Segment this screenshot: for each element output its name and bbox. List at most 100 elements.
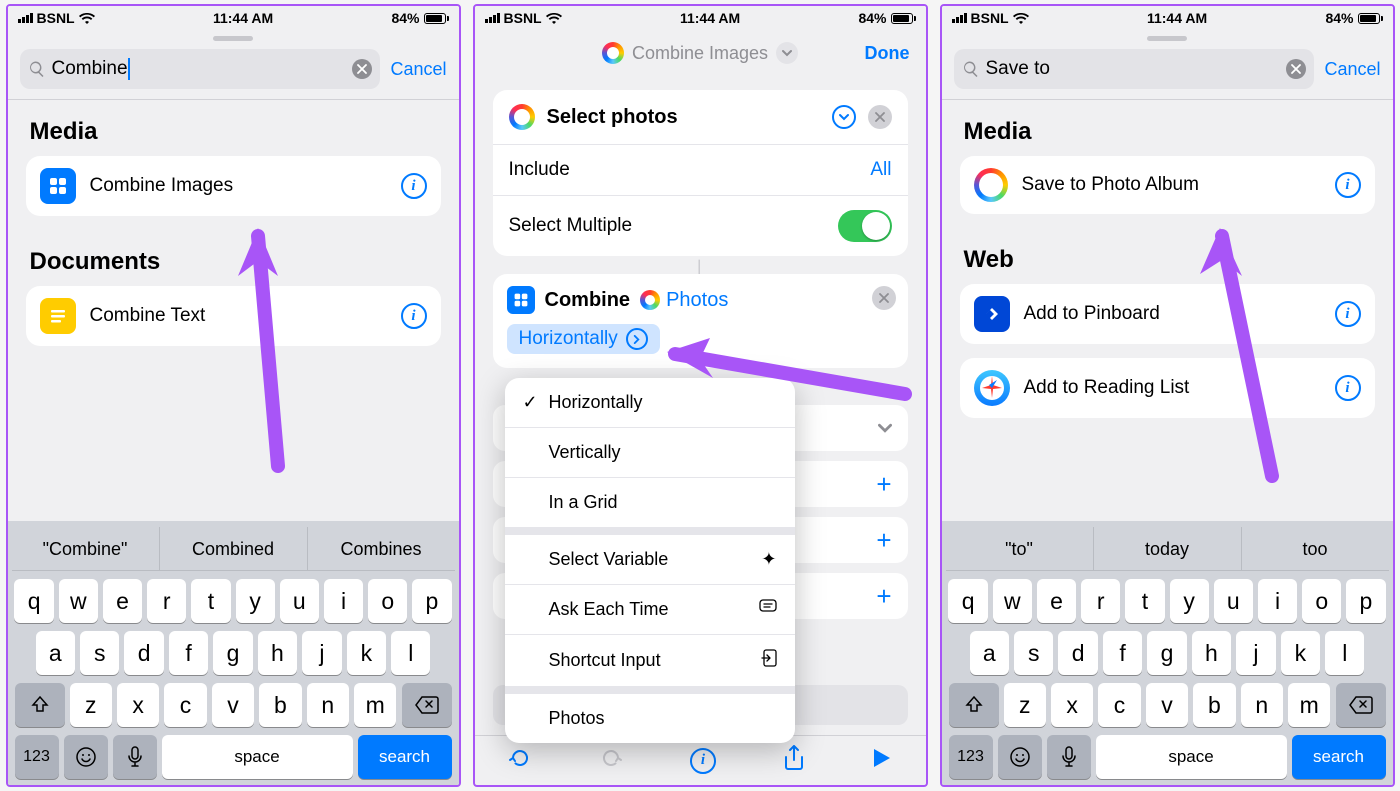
key-n[interactable]: n: [307, 683, 349, 727]
search-input[interactable]: Save to: [954, 49, 1315, 89]
clear-button[interactable]: [352, 59, 372, 79]
key-f[interactable]: f: [169, 631, 208, 675]
key-b[interactable]: b: [1193, 683, 1235, 727]
key-y[interactable]: y: [1170, 579, 1209, 623]
emoji-key[interactable]: [64, 735, 108, 779]
remove-action-button[interactable]: [872, 286, 896, 310]
key-u[interactable]: u: [1214, 579, 1253, 623]
select-multiple-toggle[interactable]: [838, 210, 892, 242]
include-row[interactable]: Include All: [493, 145, 908, 196]
result-pinboard[interactable]: Add to Pinboard i: [960, 284, 1375, 344]
search-input[interactable]: Combine: [20, 49, 381, 89]
search-key[interactable]: search: [1292, 735, 1386, 779]
emoji-key[interactable]: [998, 735, 1042, 779]
result-reading-list[interactable]: Add to Reading List i: [960, 358, 1375, 418]
suggestion[interactable]: today: [1094, 527, 1242, 570]
key-q[interactable]: q: [948, 579, 987, 623]
key-v[interactable]: v: [212, 683, 254, 727]
key-e[interactable]: e: [1037, 579, 1076, 623]
key-m[interactable]: m: [354, 683, 396, 727]
key-t[interactable]: t: [1125, 579, 1164, 623]
done-button[interactable]: Done: [865, 43, 910, 64]
key-a[interactable]: a: [970, 631, 1009, 675]
key-r[interactable]: r: [1081, 579, 1120, 623]
delete-key[interactable]: [402, 683, 452, 727]
result-save-photo-album[interactable]: Save to Photo Album i: [960, 156, 1375, 214]
option-shortcut-input[interactable]: Shortcut Input: [505, 635, 795, 687]
space-key[interactable]: space: [1096, 735, 1287, 779]
key-s[interactable]: s: [1014, 631, 1053, 675]
suggestion[interactable]: "Combine": [12, 527, 160, 570]
key-k[interactable]: k: [1281, 631, 1320, 675]
key-w[interactable]: w: [993, 579, 1032, 623]
key-a[interactable]: a: [36, 631, 75, 675]
suggestion[interactable]: "to": [946, 527, 1094, 570]
suggestion[interactable]: too: [1242, 527, 1389, 570]
key-z[interactable]: z: [70, 683, 112, 727]
redo-button[interactable]: [599, 746, 623, 775]
number-key[interactable]: 123: [15, 735, 59, 779]
remove-action-button[interactable]: [868, 105, 892, 129]
shortcut-title-chip[interactable]: Combine Images: [602, 42, 798, 64]
option-ask-each-time[interactable]: Ask Each Time: [505, 585, 795, 635]
key-s[interactable]: s: [80, 631, 119, 675]
key-t[interactable]: t: [191, 579, 230, 623]
clear-button[interactable]: [1286, 59, 1306, 79]
key-h[interactable]: h: [1192, 631, 1231, 675]
key-p[interactable]: p: [1346, 579, 1385, 623]
cancel-button[interactable]: Cancel: [390, 59, 446, 80]
run-button[interactable]: [872, 747, 892, 774]
key-f[interactable]: f: [1103, 631, 1142, 675]
key-k[interactable]: k: [347, 631, 386, 675]
key-y[interactable]: y: [236, 579, 275, 623]
option-select-variable[interactable]: Select Variable✦: [505, 535, 795, 585]
dictate-key[interactable]: [113, 735, 157, 779]
key-b[interactable]: b: [259, 683, 301, 727]
key-l[interactable]: l: [391, 631, 430, 675]
key-g[interactable]: g: [213, 631, 252, 675]
key-g[interactable]: g: [1147, 631, 1186, 675]
sheet-grabber[interactable]: [213, 36, 253, 41]
undo-button[interactable]: [508, 746, 532, 775]
suggestion[interactable]: Combines: [308, 527, 455, 570]
mode-selector[interactable]: Horizontally: [507, 324, 660, 354]
key-c[interactable]: c: [164, 683, 206, 727]
key-i[interactable]: i: [1258, 579, 1297, 623]
info-button[interactable]: i: [1335, 375, 1361, 401]
key-u[interactable]: u: [280, 579, 319, 623]
space-key[interactable]: space: [162, 735, 353, 779]
info-button[interactable]: i: [1335, 172, 1361, 198]
key-d[interactable]: d: [1058, 631, 1097, 675]
shift-key[interactable]: [15, 683, 65, 727]
option-photos-var[interactable]: Photos: [505, 694, 795, 743]
key-v[interactable]: v: [1146, 683, 1188, 727]
key-w[interactable]: w: [59, 579, 98, 623]
key-n[interactable]: n: [1241, 683, 1283, 727]
key-c[interactable]: c: [1098, 683, 1140, 727]
result-combine-images[interactable]: Combine Images i: [26, 156, 441, 216]
number-key[interactable]: 123: [949, 735, 993, 779]
key-o[interactable]: o: [368, 579, 407, 623]
result-combine-text[interactable]: Combine Text i: [26, 286, 441, 346]
key-o[interactable]: o: [1302, 579, 1341, 623]
share-button[interactable]: [783, 745, 805, 776]
key-x[interactable]: x: [117, 683, 159, 727]
collapse-toggle[interactable]: [832, 105, 856, 129]
key-l[interactable]: l: [1325, 631, 1364, 675]
key-p[interactable]: p: [412, 579, 451, 623]
dictate-key[interactable]: [1047, 735, 1091, 779]
key-e[interactable]: e: [103, 579, 142, 623]
shift-key[interactable]: [949, 683, 999, 727]
cancel-button[interactable]: Cancel: [1324, 59, 1380, 80]
info-toolbar-button[interactable]: i: [690, 748, 716, 774]
search-key[interactable]: search: [358, 735, 452, 779]
option-vertically[interactable]: Vertically: [505, 428, 795, 478]
key-j[interactable]: j: [302, 631, 341, 675]
key-x[interactable]: x: [1051, 683, 1093, 727]
key-q[interactable]: q: [14, 579, 53, 623]
delete-key[interactable]: [1336, 683, 1386, 727]
key-d[interactable]: d: [124, 631, 163, 675]
key-i[interactable]: i: [324, 579, 363, 623]
sheet-grabber[interactable]: [1147, 36, 1187, 41]
option-horizontally[interactable]: ✓Horizontally: [505, 378, 795, 428]
